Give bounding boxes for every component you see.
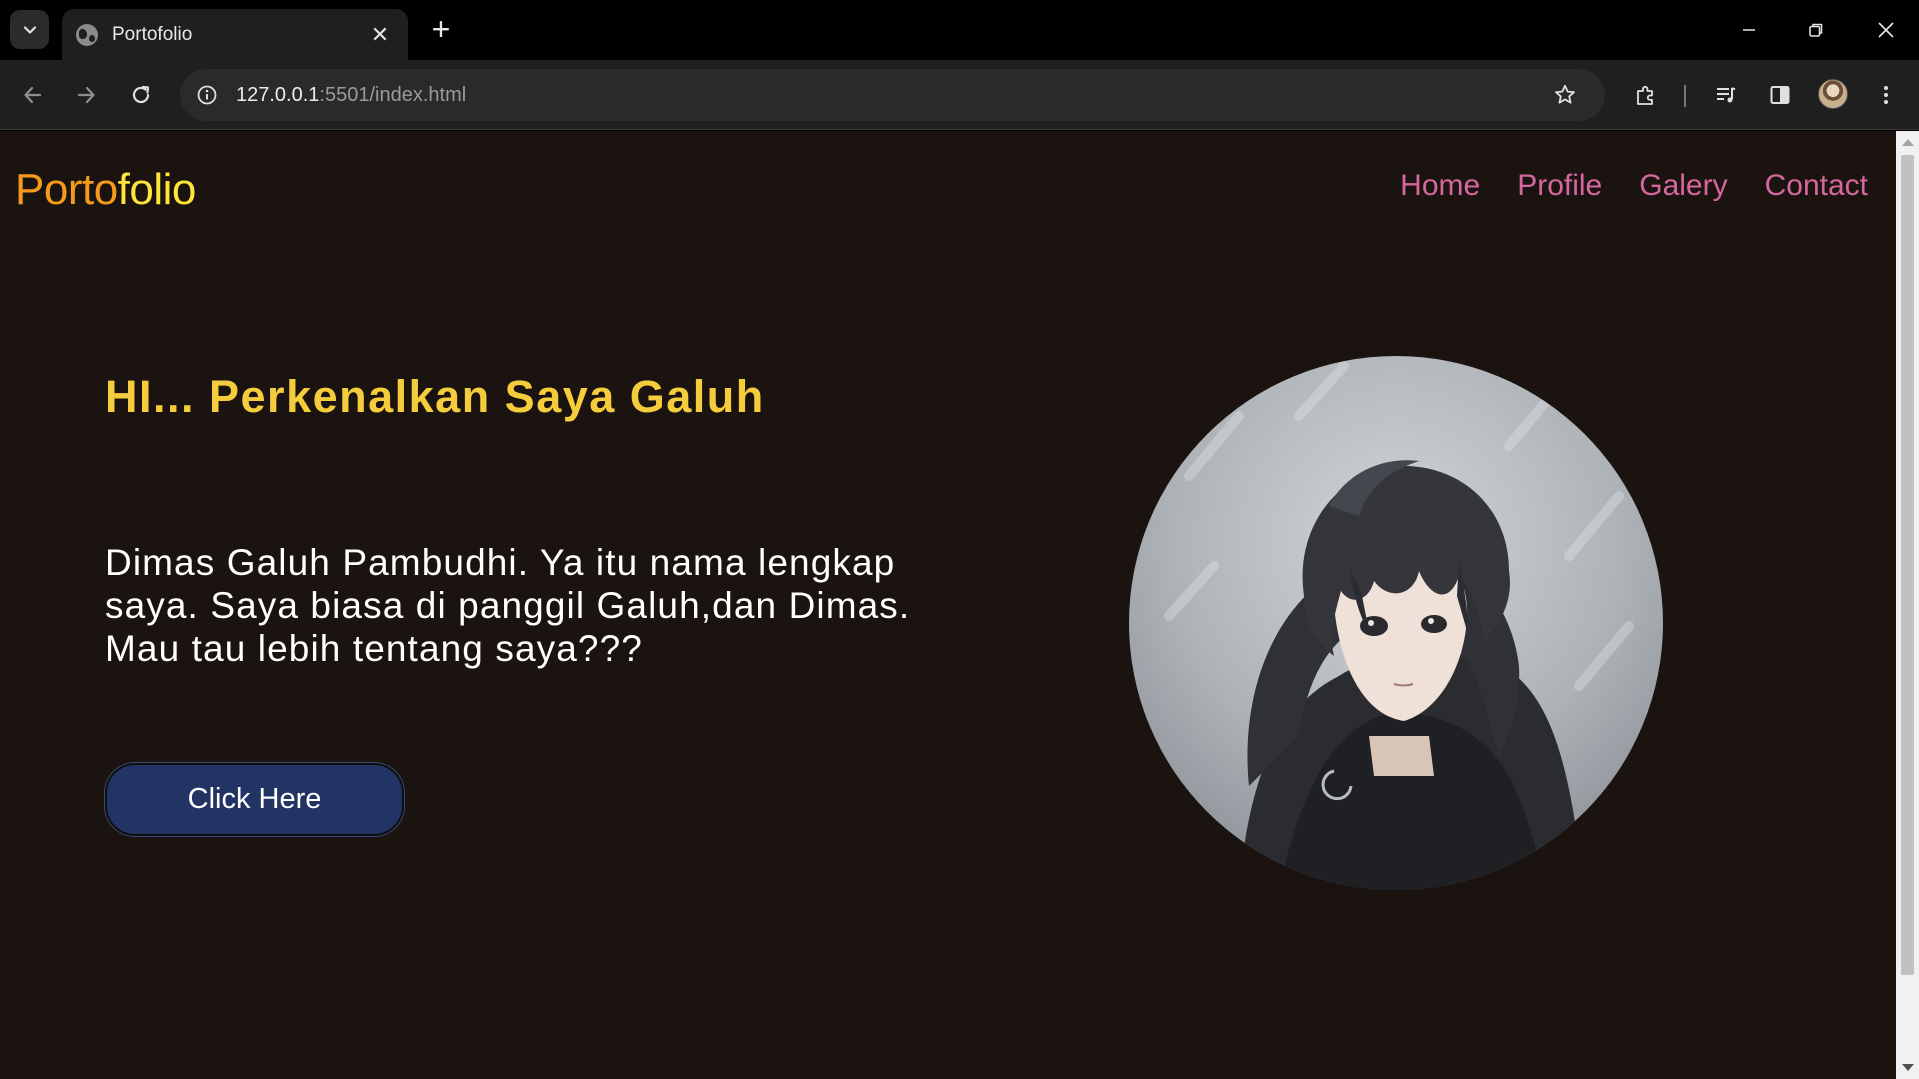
logo-part-2: folio	[117, 165, 197, 214]
nav-contact[interactable]: Contact	[1765, 169, 1868, 203]
arrow-left-icon	[24, 86, 42, 104]
minimize-button[interactable]	[1729, 10, 1769, 50]
hero-description: Dimas Galuh Pambudhi. Ya itu nama lengka…	[105, 542, 911, 669]
arrow-right-icon	[77, 86, 95, 104]
nav-galery[interactable]: Galery	[1639, 169, 1727, 203]
forward-button[interactable]	[65, 74, 107, 116]
close-icon	[1878, 22, 1894, 38]
url-path: :5501/index.html	[319, 83, 467, 106]
new-tab-button[interactable]: +	[424, 12, 458, 46]
scroll-down-icon[interactable]	[1902, 1064, 1914, 1071]
back-button[interactable]	[12, 74, 54, 116]
url-text[interactable]: 127.0.0.1:5501/index.html	[236, 84, 1545, 107]
nav-profile[interactable]: Profile	[1517, 169, 1602, 203]
profile-avatar[interactable]	[1818, 79, 1848, 109]
tab-search-button[interactable]	[10, 10, 49, 49]
click-here-button[interactable]: Click Here	[105, 763, 404, 836]
extensions-button[interactable]	[1625, 74, 1667, 116]
kebab-menu-icon	[1884, 86, 1888, 104]
toolbar-divider	[1684, 85, 1686, 107]
nav-home[interactable]: Home	[1400, 169, 1480, 203]
page-scrollbar[interactable]	[1896, 131, 1919, 1079]
restore-icon	[1809, 23, 1823, 37]
page-viewport: Portofolio Home Profile Galery Contact H…	[0, 131, 1896, 1079]
scroll-up-icon[interactable]	[1902, 139, 1914, 146]
url-host: 127.0.0.1	[236, 83, 320, 106]
info-icon[interactable]	[192, 80, 222, 110]
reload-button[interactable]	[120, 74, 162, 116]
puzzle-icon	[1637, 85, 1653, 105]
reload-icon	[132, 85, 150, 104]
active-tab[interactable]: Portofolio ✕	[62, 9, 408, 60]
address-bar[interactable]: 127.0.0.1:5501/index.html	[180, 69, 1605, 121]
close-window-button[interactable]	[1866, 10, 1906, 50]
side-panel-button[interactable]	[1759, 74, 1801, 116]
minimize-icon	[1743, 29, 1755, 31]
hero-title: HI... Perkenalkan Saya Galuh	[105, 371, 765, 422]
restore-button[interactable]	[1796, 10, 1836, 50]
tab-strip: Portofolio ✕ +	[0, 0, 1919, 60]
close-tab-icon[interactable]: ✕	[366, 22, 394, 48]
star-icon[interactable]	[1545, 75, 1585, 115]
main-nav: Home Profile Galery Contact	[1400, 169, 1868, 203]
menu-button[interactable]	[1865, 74, 1907, 116]
globe-icon	[76, 23, 98, 46]
media-control-button[interactable]	[1705, 74, 1747, 116]
scroll-thumb[interactable]	[1901, 155, 1914, 975]
browser-toolbar: 127.0.0.1:5501/index.html	[0, 60, 1919, 130]
tab-title: Portofolio	[112, 23, 193, 45]
profile-photo	[1129, 356, 1663, 890]
media-queue-icon	[1717, 87, 1736, 103]
side-panel-icon	[1770, 86, 1790, 104]
logo-part-1: Porto	[15, 165, 118, 214]
chevron-down-icon	[23, 25, 36, 34]
site-logo[interactable]: Portofolio	[15, 165, 196, 215]
